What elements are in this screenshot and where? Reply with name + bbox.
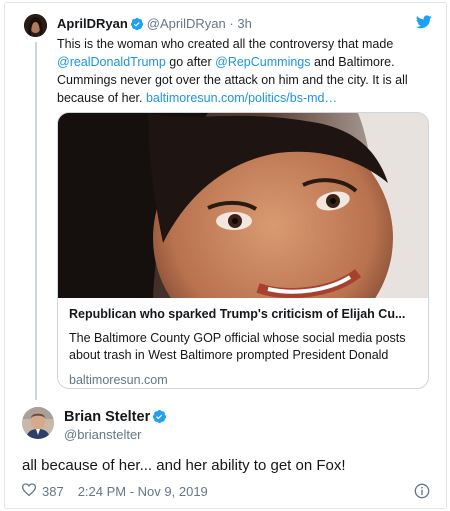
parent-author-name[interactable]: AprilDRyan	[57, 16, 128, 31]
info-icon[interactable]	[414, 483, 430, 504]
tweet-timestamp[interactable]: 2:24 PM - Nov 9, 2019	[78, 483, 208, 501]
parent-author-avatar[interactable]	[24, 14, 47, 37]
main-author-name[interactable]: Brian Stelter	[64, 409, 150, 425]
tweet-text-span: This is the woman who created all the co…	[57, 37, 394, 51]
like-count[interactable]: 387	[42, 483, 64, 501]
parent-tweet-text: This is the woman who created all the co…	[57, 35, 432, 107]
link-preview-card[interactable]: Republican who sparked Trump's criticism…	[57, 112, 429, 389]
parent-tweet-header: AprilDRyan @AprilDRyan · 3h	[57, 15, 252, 35]
twitter-bird-icon[interactable]	[415, 15, 432, 34]
article-photo	[58, 113, 428, 353]
card-domain[interactable]: baltimoresun.com	[69, 372, 421, 388]
thread-connector-line	[35, 42, 37, 400]
main-author-handle[interactable]: @brianstelter	[64, 426, 142, 443]
mention-realdonaldtrump-link[interactable]: @realDonaldTrump	[57, 55, 166, 69]
card-title[interactable]: Republican who sparked Trump's criticism…	[69, 306, 421, 323]
article-url-link[interactable]: baltimoresun.com/politics/bs-md…	[146, 91, 337, 105]
verified-badge-icon	[130, 17, 144, 35]
verified-badge-icon	[152, 409, 167, 429]
mention-repcummings-link[interactable]: @RepCummings	[215, 55, 310, 69]
parent-tweet-time[interactable]: 3h	[237, 16, 251, 31]
main-tweet-text: all because of her... and her ability to…	[22, 457, 346, 474]
parent-author-handle[interactable]: @AprilDRyan	[147, 16, 226, 31]
card-description: The Baltimore County GOP official whose …	[69, 331, 406, 362]
card-body: Republican who sparked Trump's criticism…	[69, 306, 421, 388]
tweet-text-span: go after	[165, 55, 216, 69]
heart-icon[interactable]	[21, 483, 37, 501]
main-author-avatar[interactable]	[22, 407, 54, 439]
header-separator: ·	[229, 16, 234, 31]
tweet-meta: 387 2:24 PM - Nov 9, 2019	[21, 483, 208, 501]
